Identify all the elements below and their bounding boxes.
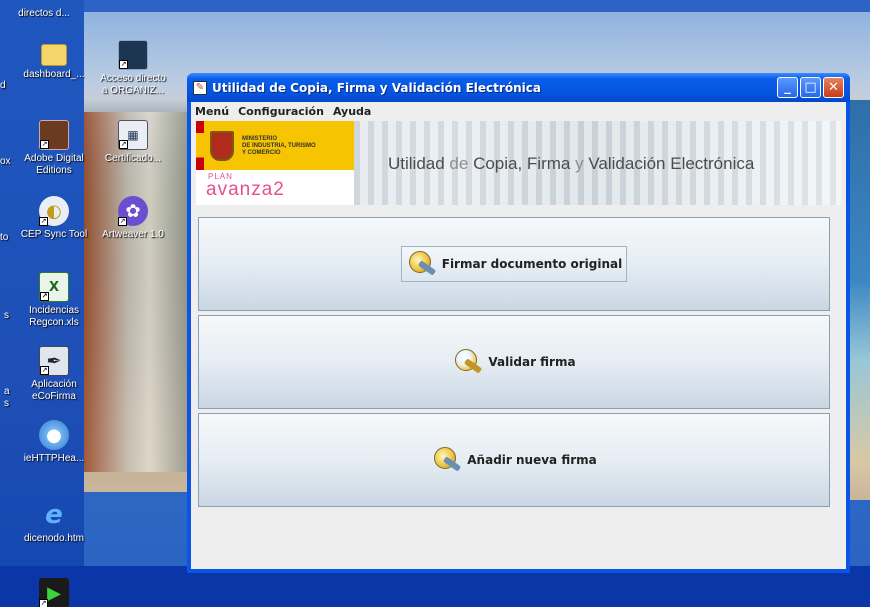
partial-label: to	[0, 232, 9, 243]
excel-icon: X ↗	[39, 272, 69, 302]
ministry-name: MINISTERIO DE INDUSTRIA, TURISMO Y COMER…	[242, 136, 316, 156]
folder-icon	[41, 44, 67, 66]
banner-title: Utilidad de Copia, Firma y Validación El…	[388, 154, 754, 174]
desktop-top-strip	[0, 0, 870, 12]
book-icon: ↗	[118, 40, 148, 70]
title-bar[interactable]: ✎ Utilidad de Copia, Firma y Validación …	[187, 73, 850, 102]
app-icon[interactable]: ✎	[193, 80, 207, 95]
partial-label: s	[4, 398, 9, 409]
validate-signature-icon	[452, 347, 483, 377]
maximize-button[interactable]: □	[800, 77, 821, 98]
banner-title-part: Copia, Firma	[473, 154, 571, 173]
menu-configuracion[interactable]: Configuración	[238, 105, 324, 118]
arrow-green-icon: ▶ ↗	[39, 578, 69, 607]
desktop-icon-cep-sync-tool[interactable]: ◐ ↗ CEP Sync Tool	[14, 196, 94, 241]
banner-title-part: de	[444, 154, 474, 173]
desktop-icon-artweaver[interactable]: ✿ ↗ Artweaver 1.0	[93, 196, 173, 241]
partial-label: s	[4, 310, 9, 321]
sign-panel: Firmar documento original	[198, 217, 830, 311]
add-signature-icon	[431, 445, 462, 475]
banner-title-part: y	[570, 154, 589, 173]
validate-signature-button[interactable]: Validar firma	[448, 345, 579, 379]
globe-icon: ●	[39, 420, 69, 450]
button-label: Validar firma	[488, 355, 576, 369]
desktop-icon-ecofirma[interactable]: ✒ ↗ Aplicación eCoFirma	[14, 346, 94, 403]
paint-icon: ✿ ↗	[118, 196, 148, 226]
window-title: Utilidad de Copia, Firma y Validación El…	[212, 80, 541, 95]
desktop-icon-label: Certificado...	[104, 153, 162, 164]
menu-bar: Menú Configuración Ayuda	[191, 102, 846, 121]
app-window: ✎ Utilidad de Copia, Firma y Validación …	[187, 73, 850, 573]
desktop-icon-label: Incidencias Regcon.xls	[28, 305, 80, 328]
desktop-icon-adobe-digital-editions[interactable]: ↗ Adobe Digital Editions	[14, 120, 94, 177]
desktop-icon-dicenodo[interactable]: e dicenodo.htm	[14, 500, 94, 545]
desktop-icon-certificado[interactable]: ▦ ↗ Certificado...	[93, 120, 173, 165]
sign-original-document-button[interactable]: Firmar documento original	[400, 246, 628, 282]
book-icon: ↗	[39, 120, 69, 150]
desktop-icon-label: dicenodo.htm	[23, 533, 85, 544]
desktop-icon-label: Artweaver 1.0	[102, 229, 164, 240]
certificate-icon: ▦ ↗	[118, 120, 148, 150]
add-new-signature-button[interactable]: Añadir nueva firma	[427, 443, 600, 477]
pen-icon: ✒ ↗	[39, 346, 69, 376]
desktop-icon-partial[interactable]: ▶ ↗	[14, 578, 94, 607]
add-signature-panel: Añadir nueva firma	[198, 413, 830, 507]
desktop-icon-label: Aplicación eCoFirma	[31, 379, 77, 402]
banner-title-part: Validación Electrónica	[588, 154, 755, 173]
button-label: Firmar documento original	[441, 257, 623, 271]
window-client: Menú Configuración Ayuda MINISTERIO DE I…	[191, 102, 846, 569]
spain-flag	[196, 121, 204, 170]
desktop-icon-organiz[interactable]: ↗ Acceso directo a ORGANIZ...	[93, 40, 173, 97]
partial-label: a	[4, 386, 10, 397]
desktop-icon-label: ieHTTPHea...	[23, 453, 85, 464]
desktop-icon-label: directos d...	[18, 8, 70, 19]
coat-of-arms-icon	[210, 131, 234, 161]
desktop-icon-incidencias[interactable]: X ↗ Incidencias Regcon.xls	[14, 272, 94, 329]
desktop-icon-label: Acceso directo a ORGANIZ...	[100, 73, 166, 96]
ministry-logo: MINISTERIO DE INDUSTRIA, TURISMO Y COMER…	[196, 121, 354, 205]
menu-ayuda[interactable]: Ayuda	[333, 105, 371, 118]
button-label: Añadir nueva firma	[467, 453, 597, 467]
desktop-icon-directos[interactable]: directos d...	[14, 0, 74, 20]
menu-menu[interactable]: Menú	[195, 105, 229, 118]
desktop-icon-label: CEP Sync Tool	[20, 229, 88, 240]
desktop-icon-label: dashboard_...	[23, 69, 85, 80]
minimize-button[interactable]: _	[777, 77, 798, 98]
partial-label: ox	[0, 156, 11, 167]
sign-document-icon	[406, 249, 436, 279]
sync-icon: ◐ ↗	[39, 196, 69, 226]
desktop-icon-iehttphea[interactable]: ● ieHTTPHea...	[14, 420, 94, 465]
validate-panel: Validar firma	[198, 315, 830, 409]
avanza-logo: avanza2	[206, 179, 285, 200]
ie-icon: e	[45, 500, 63, 530]
actions-area: Firmar documento original Validar firma …	[198, 217, 830, 511]
banner-title-part: Utilidad	[388, 154, 445, 173]
desktop-icon-dashboard[interactable]: dashboard_...	[14, 44, 94, 81]
partial-label: d	[0, 80, 6, 91]
close-button[interactable]: ✕	[823, 77, 844, 98]
desktop-icon-label: Adobe Digital Editions	[24, 153, 84, 176]
header-banner: MINISTERIO DE INDUSTRIA, TURISMO Y COMER…	[196, 121, 841, 205]
